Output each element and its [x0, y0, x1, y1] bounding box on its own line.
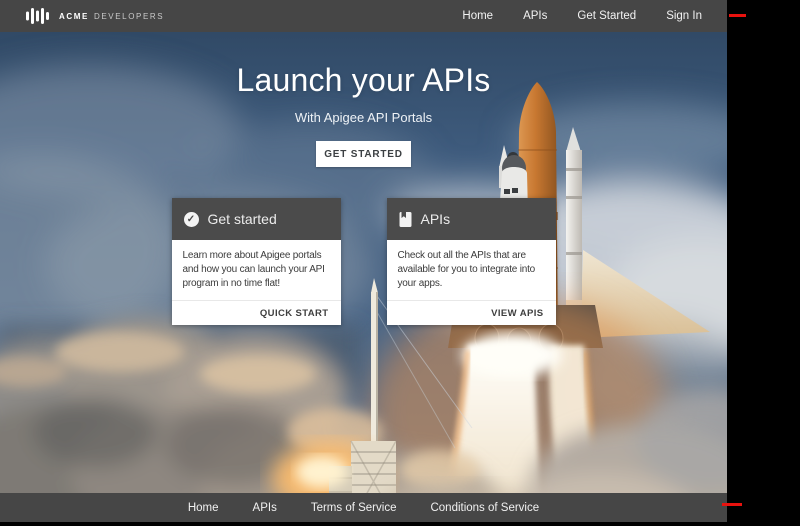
nav-link-sign-in[interactable]: Sign In	[651, 0, 717, 32]
brand-name-secondary: DEVELOPERS	[94, 12, 164, 21]
get-started-button[interactable]: GET STARTED	[316, 141, 411, 167]
view-apis-link[interactable]: VIEW APIS	[491, 308, 543, 319]
card-body-text: Learn more about Apigee portals and how …	[172, 240, 341, 300]
quick-start-link[interactable]: QUICK START	[260, 308, 329, 319]
equalizer-bars-icon	[26, 6, 50, 26]
page-title: Launch your APIs	[0, 58, 727, 102]
footer-link-conditions[interactable]: Conditions of Service	[430, 502, 539, 514]
brand-logo[interactable]: ACME DEVELOPERS	[26, 6, 164, 26]
card-footer: VIEW APIS	[387, 300, 556, 325]
book-icon	[399, 212, 412, 227]
check-circle-icon: ✓	[184, 212, 199, 227]
card-title: APIs	[421, 211, 451, 227]
card-apis-header: APIs	[387, 198, 556, 240]
card-get-started: ✓ Get started Learn more about Apigee po…	[172, 198, 341, 325]
nav-link-home[interactable]: Home	[447, 0, 508, 32]
card-apis: APIs Check out all the APIs that are ava…	[387, 198, 556, 325]
nav-link-get-started[interactable]: Get Started	[562, 0, 651, 32]
nav-links: Home APIs Get Started Sign In	[447, 0, 717, 32]
annotated-screenshot: { "navbar": { "brand": { "primary": "ACM…	[0, 0, 800, 526]
nav-link-apis[interactable]: APIs	[508, 0, 562, 32]
card-title: Get started	[208, 211, 277, 227]
browser-page: ACME DEVELOPERS Home APIs Get Started Si…	[0, 0, 727, 522]
footer-link-home[interactable]: Home	[188, 502, 219, 514]
feature-cards: ✓ Get started Learn more about Apigee po…	[0, 198, 727, 325]
page-subtitle: With Apigee API Portals	[0, 107, 727, 129]
footer-link-apis[interactable]: APIs	[253, 502, 277, 514]
footer-link-terms[interactable]: Terms of Service	[311, 502, 397, 514]
annotation-dash-sign-in	[729, 14, 746, 17]
top-navbar: ACME DEVELOPERS Home APIs Get Started Si…	[0, 0, 727, 32]
brand-name: ACME DEVELOPERS	[59, 12, 164, 21]
card-get-started-header: ✓ Get started	[172, 198, 341, 240]
card-body-text: Check out all the APIs that are availabl…	[387, 240, 556, 300]
page-footer: Home APIs Terms of Service Conditions of…	[0, 493, 727, 522]
card-footer: QUICK START	[172, 300, 341, 325]
brand-name-primary: ACME	[59, 12, 89, 21]
annotation-dash-footer	[722, 503, 742, 506]
